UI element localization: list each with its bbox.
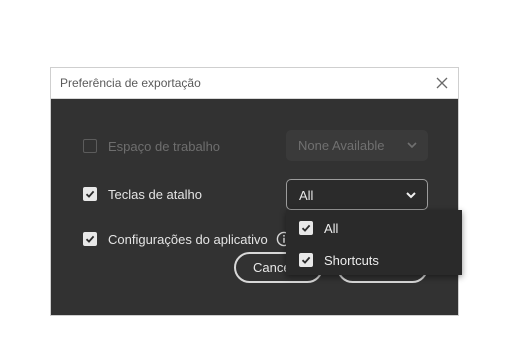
close-button[interactable] xyxy=(432,73,452,93)
dialog-title: Preferência de exportação xyxy=(60,76,201,90)
shortcuts-dropdown-menu: All Shortcuts xyxy=(286,210,462,275)
checkmark-icon xyxy=(301,224,311,232)
app-settings-checkbox[interactable] xyxy=(83,232,97,246)
dropdown-option-all[interactable]: All xyxy=(299,218,338,238)
shortcuts-checkbox[interactable] xyxy=(83,187,97,201)
option-shortcuts-checkbox[interactable] xyxy=(299,253,313,267)
workspace-label: Espaço de trabalho xyxy=(108,138,221,154)
close-icon xyxy=(436,77,448,89)
checkmark-icon xyxy=(85,190,95,198)
option-all-checkbox[interactable] xyxy=(299,221,313,235)
shortcuts-row: Teclas de atalho xyxy=(83,184,202,204)
shortcuts-select[interactable]: All xyxy=(286,179,428,210)
workspace-row: Espaço de trabalho xyxy=(83,136,220,156)
chevron-down-icon xyxy=(407,142,417,149)
export-preferences-dialog: Preferência de exportação Espaço de trab… xyxy=(50,67,459,316)
checkmark-icon xyxy=(301,256,311,264)
dialog-titlebar: Preferência de exportação xyxy=(51,68,458,99)
app-settings-label: Configurações do aplicativo xyxy=(108,231,268,247)
shortcuts-select-value: All xyxy=(299,188,314,203)
option-shortcuts-label: Shortcuts xyxy=(324,252,379,268)
workspace-select[interactable]: None Available xyxy=(286,130,428,161)
cancel-button-label: Cance xyxy=(253,260,291,275)
app-settings-row: Configurações do aplicativo xyxy=(83,229,268,249)
shortcuts-label: Teclas de atalho xyxy=(108,186,202,202)
option-all-label: All xyxy=(324,220,339,236)
chevron-down-icon xyxy=(406,192,416,199)
dropdown-option-shortcuts[interactable]: Shortcuts xyxy=(299,250,379,270)
workspace-select-value: None Available xyxy=(298,138,385,153)
workspace-checkbox[interactable] xyxy=(83,139,97,153)
checkmark-icon xyxy=(85,235,95,243)
